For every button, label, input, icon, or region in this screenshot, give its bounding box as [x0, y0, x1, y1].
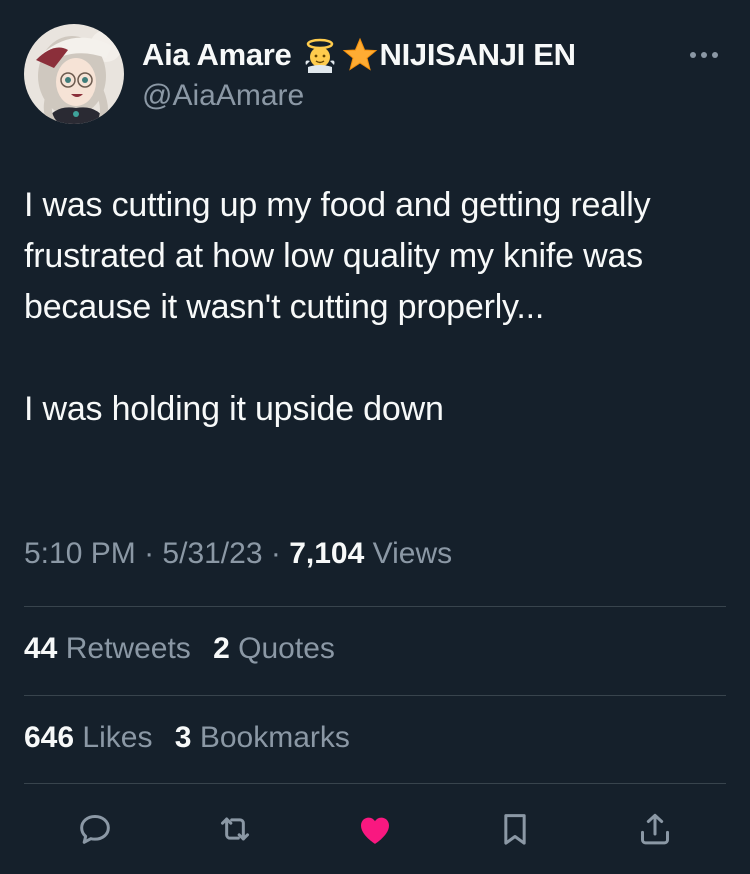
share-icon[interactable]	[631, 805, 679, 853]
avatar[interactable]	[24, 24, 124, 124]
divider	[24, 695, 726, 696]
affiliation-text: NIJISANJI EN	[379, 37, 577, 72]
bookmark-icon[interactable]	[491, 805, 539, 853]
divider	[24, 783, 726, 784]
likes-label: Likes	[82, 721, 153, 754]
retweets-stat[interactable]: 44 Retweets	[24, 632, 199, 665]
tweet-time[interactable]: 5:10 PM	[24, 537, 136, 570]
display-name-text: Aia Amare	[142, 37, 292, 72]
likes-stat[interactable]: 646 Likes	[24, 721, 161, 754]
bookmarks-count: 3	[174, 721, 192, 754]
meta-separator: ·	[270, 537, 281, 570]
views-label: Views	[372, 537, 453, 570]
action-bar	[0, 805, 750, 853]
retweets-label: Retweets	[65, 632, 191, 665]
quotes-count: 2	[213, 632, 230, 665]
display-name[interactable]: Aia Amare NIJISANJI EN	[142, 36, 576, 74]
stats-row-retweets: 44 Retweets 2 Quotes	[24, 632, 349, 666]
author-handle[interactable]: @AiaAmare	[142, 77, 576, 115]
likes-count: 646	[24, 721, 75, 754]
quotes-label: Quotes	[238, 632, 335, 665]
bookmarks-stat[interactable]: 3 Bookmarks	[175, 721, 350, 754]
bookmarks-label: Bookmarks	[199, 721, 350, 754]
views-count: 7,104	[289, 537, 365, 570]
divider	[24, 606, 726, 607]
tweet-header: Aia Amare NIJISANJI EN @AiaAmare	[24, 24, 726, 128]
retweets-count: 44	[24, 632, 58, 665]
tweet-text: I was cutting up my food and getting rea…	[24, 186, 651, 428]
tweet-meta: 5:10 PM · 5/31/23 · 7,104 Views	[24, 537, 452, 571]
star-emoji-icon	[342, 37, 378, 73]
author-names: Aia Amare NIJISANJI EN @AiaAmare	[142, 36, 576, 115]
reply-icon[interactable]	[71, 805, 119, 853]
stats-row-likes: 646 Likes 3 Bookmarks	[24, 721, 364, 755]
retweet-icon[interactable]	[211, 805, 259, 853]
angel-emoji-icon	[302, 37, 338, 73]
meta-separator: ·	[144, 537, 155, 570]
like-icon[interactable]	[351, 805, 399, 853]
tweet-date[interactable]: 5/31/23	[162, 537, 262, 570]
more-options-icon[interactable]	[686, 48, 722, 62]
quotes-stat[interactable]: 2 Quotes	[213, 632, 335, 665]
